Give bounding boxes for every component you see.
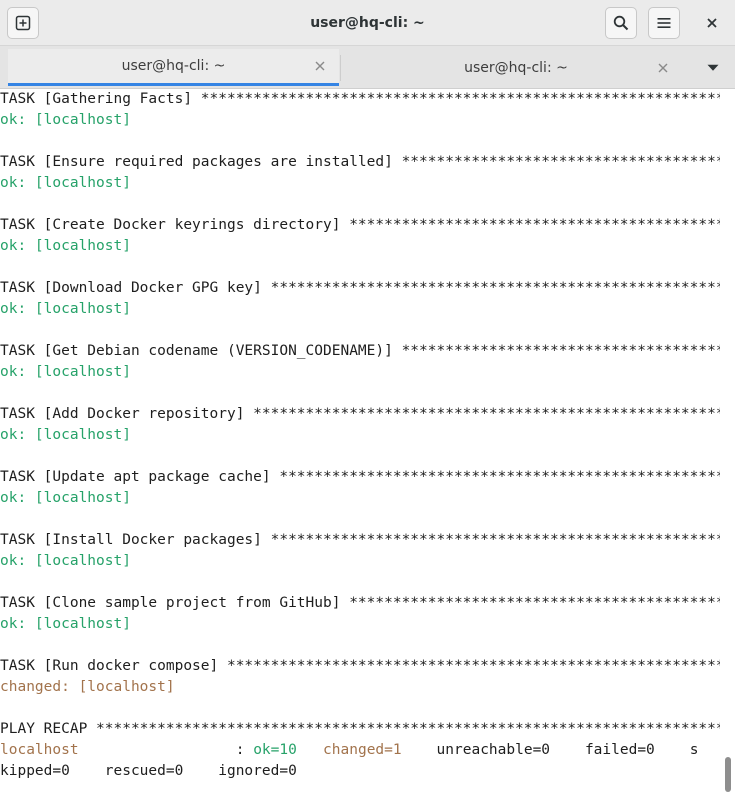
new-tab-icon: [15, 15, 31, 31]
tab-1[interactable]: user@hq-cli: ~: [8, 49, 339, 86]
terminal-output[interactable]: TASK [Gathering Facts] *****************…: [0, 89, 720, 792]
terminal-text-segment: TASK [Download Docker GPG key] *********…: [0, 280, 720, 296]
terminal-line: changed: [localhost]: [0, 677, 720, 698]
terminal-line: TASK [Get Debian codename (VERSION_CODEN…: [0, 341, 720, 362]
search-icon: [613, 15, 629, 31]
terminal-text-segment: TASK [Add Docker repository] ***********…: [0, 406, 720, 422]
terminal-text-segment: TASK [Update apt package cache] ********…: [0, 469, 720, 485]
terminal-line: ok: [localhost]: [0, 110, 720, 131]
tab-list-dropdown-button[interactable]: [700, 58, 726, 78]
terminal-line: TASK [Clone sample project from GitHub] …: [0, 593, 720, 614]
terminal-line: TASK [Ensure required packages are insta…: [0, 152, 720, 173]
terminal-line: TASK [Install Docker packages] *********…: [0, 530, 720, 551]
terminal-line: PLAY RECAP *****************************…: [0, 719, 720, 740]
terminal-text-segment: TASK [Clone sample project from GitHub] …: [0, 595, 720, 611]
terminal-text-segment: kipped=0 rescued=0 ignored=0: [0, 763, 297, 779]
terminal-text-segment: :: [78, 742, 254, 758]
terminal-text-segment: ok: [localhost]: [0, 301, 131, 317]
terminal-line: TASK [Add Docker repository] ***********…: [0, 404, 720, 425]
terminal-text-segment: ok: [localhost]: [0, 490, 131, 506]
terminal-text-segment: changed: [localhost]: [0, 679, 175, 695]
window-close-button[interactable]: [696, 7, 728, 39]
terminal-text-segment: ok: [localhost]: [0, 553, 131, 569]
terminal-text-segment: ok=10: [253, 742, 297, 758]
tab-label: user@hq-cli: ~: [464, 59, 568, 76]
terminal-line: TASK [Create Docker keyrings directory] …: [0, 215, 720, 236]
terminal-text-segment: ok: [localhost]: [0, 112, 131, 128]
chevron-down-icon: [707, 64, 719, 71]
terminal-line: ok: [localhost]: [0, 362, 720, 383]
terminal-text-segment: TASK [Gathering Facts] *****************…: [0, 91, 720, 107]
terminal-text-segment: localhost: [0, 742, 79, 758]
terminal-line: ok: [localhost]: [0, 299, 720, 320]
terminal-text-segment: ok: [localhost]: [0, 364, 131, 380]
terminal-scrollbar[interactable]: [720, 89, 735, 792]
terminal-line: TASK [Update apt package cache] ********…: [0, 467, 720, 488]
terminal-text-segment: TASK [Create Docker keyrings directory] …: [0, 217, 720, 233]
terminal-text-segment: ok: [localhost]: [0, 238, 131, 254]
close-icon: [315, 61, 325, 71]
terminal-line: ok: [localhost]: [0, 614, 720, 635]
terminal-text-segment: changed=1: [323, 742, 402, 758]
terminal-text-segment: TASK [Get Debian codename (VERSION_CODEN…: [0, 343, 720, 359]
terminal-text-segment: TASK [Install Docker packages] *********…: [0, 532, 720, 548]
terminal-text-segment: unreachable=0 failed=0 s: [401, 742, 699, 758]
terminal-line: ok: [localhost]: [0, 488, 720, 509]
hamburger-menu-icon: [657, 18, 671, 28]
terminal-line: TASK [Download Docker GPG key] *********…: [0, 278, 720, 299]
terminal-text-segment: TASK [Ensure required packages are insta…: [0, 154, 720, 170]
close-icon: [707, 18, 717, 28]
new-tab-button[interactable]: [7, 7, 39, 39]
terminal-line: TASK [Run docker compose] **************…: [0, 656, 720, 677]
terminal-text-segment: ok: [localhost]: [0, 616, 131, 632]
terminal-line: ok: [localhost]: [0, 425, 720, 446]
terminal-line: TASK [Gathering Facts] *****************…: [0, 89, 720, 110]
terminal-text-segment: PLAY RECAP *****************************…: [0, 721, 720, 737]
search-button[interactable]: [605, 7, 637, 39]
tab-bar: user@hq-cli: ~ user@hq-cli: ~: [0, 46, 735, 89]
tab-label: user@hq-cli: ~: [121, 58, 226, 74]
header-bar: user@hq-cli: ~: [0, 0, 735, 46]
terminal-line: ok: [localhost]: [0, 236, 720, 257]
terminal-text-segment: TASK [Run docker compose] **************…: [0, 658, 720, 674]
terminal-text-segment: ok: [localhost]: [0, 427, 131, 443]
terminal-line: ok: [localhost]: [0, 551, 720, 572]
close-icon: [658, 63, 668, 72]
terminal-text-segment: ok: [localhost]: [0, 175, 131, 191]
terminal-line: kipped=0 rescued=0 ignored=0: [0, 761, 720, 782]
scrollbar-thumb[interactable]: [725, 757, 731, 792]
main-menu-button[interactable]: [648, 7, 680, 39]
tab-2[interactable]: user@hq-cli: ~: [342, 49, 690, 86]
tab-1-close-button[interactable]: [313, 59, 327, 73]
terminal-line: ok: [localhost]: [0, 173, 720, 194]
terminal-line: localhost : ok=10 changed=1 unreachable=…: [0, 740, 720, 761]
tab-2-close-button[interactable]: [656, 61, 670, 75]
tab-divider: [340, 55, 341, 81]
